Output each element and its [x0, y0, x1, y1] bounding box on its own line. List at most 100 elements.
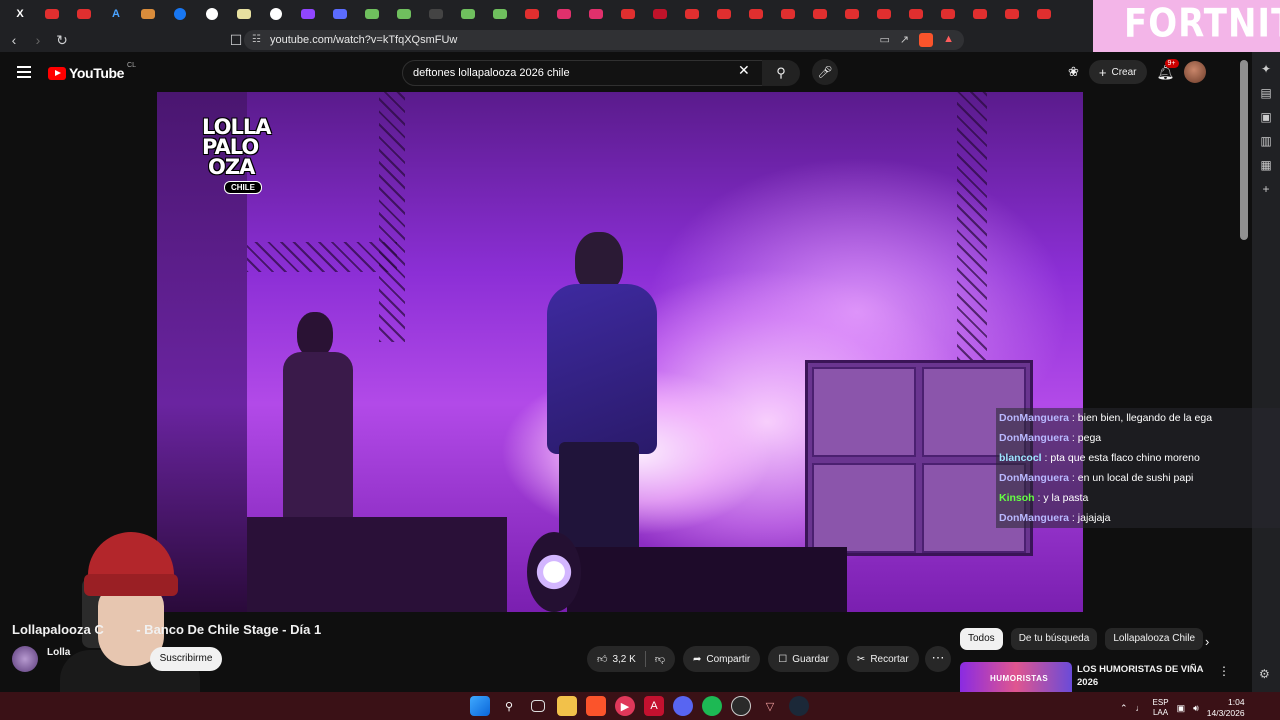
gear-icon[interactable]: ⚙	[1259, 667, 1270, 681]
notifications-button[interactable]: 🔔︎ 9+	[1157, 58, 1179, 81]
brave-shields-icon[interactable]	[919, 33, 934, 47]
tab-twitch[interactable]	[292, 0, 324, 28]
menu-icon[interactable]	[17, 66, 31, 78]
share-icon[interactable]: ↗	[900, 33, 909, 47]
tab-youtube[interactable]	[1028, 0, 1060, 28]
tab-app[interactable]	[452, 0, 484, 28]
search-button[interactable]: ⚲	[762, 60, 800, 86]
bookmark-icon[interactable]: ☐	[226, 30, 246, 50]
wallet-icon[interactable]: ▣	[1260, 110, 1271, 124]
spotify-icon[interactable]	[702, 696, 722, 716]
clip-button[interactable]: ✂ Recortar	[846, 646, 919, 672]
brave-rewards-icon[interactable]: ▲	[943, 33, 954, 47]
tab-youtube[interactable]	[36, 0, 68, 28]
add-panel-icon[interactable]: +	[1262, 182, 1269, 196]
like-count[interactable]: 3,2 K	[612, 654, 635, 665]
region-code: CL	[127, 62, 136, 69]
file-explorer-icon[interactable]	[557, 696, 577, 716]
tab-app[interactable]	[356, 0, 388, 28]
share-button[interactable]: ➦ Compartir	[682, 646, 761, 672]
channel-avatar[interactable]	[12, 646, 38, 672]
clear-search-icon[interactable]: ✕	[738, 62, 750, 79]
save-label: Guardar	[792, 653, 829, 665]
chevron-up-icon[interactable]: ⌃	[1120, 703, 1128, 714]
avatar[interactable]	[1184, 61, 1207, 83]
tab-app[interactable]	[324, 0, 356, 28]
tab-instagram[interactable]	[548, 0, 580, 28]
recommendation-thumbnail[interactable]: HUMORISTAS	[960, 662, 1072, 692]
more-actions-button[interactable]: ⋯	[925, 646, 951, 672]
tab-app[interactable]	[644, 0, 676, 28]
network-icon[interactable]: ▣	[1177, 703, 1186, 714]
task-view-icon[interactable]	[531, 700, 545, 712]
leo-icon[interactable]: ✦	[1261, 62, 1271, 76]
tab-youtube[interactable]	[516, 0, 548, 28]
tab-app[interactable]	[484, 0, 516, 28]
tab-youtube[interactable]	[68, 0, 100, 28]
brave-icon[interactable]	[586, 696, 606, 716]
forward-button[interactable]: ›	[28, 30, 48, 50]
tab-youtube[interactable]	[900, 0, 932, 28]
chip-lollapalooza[interactable]: Lollapalooza Chile	[1105, 628, 1204, 650]
chip-all[interactable]: Todos	[960, 628, 1003, 650]
tab-app[interactable]	[228, 0, 260, 28]
tab-facebook[interactable]	[164, 0, 196, 28]
tab-app[interactable]: A	[100, 0, 132, 28]
discord-icon[interactable]	[673, 696, 693, 716]
tab-youtube[interactable]	[772, 0, 804, 28]
tab-youtube[interactable]	[932, 0, 964, 28]
steam-icon[interactable]	[789, 696, 809, 716]
media-player-icon[interactable]: ▶	[615, 696, 635, 716]
reload-button[interactable]: ↻	[52, 30, 72, 50]
youtube-logo[interactable]: YouTube CL	[48, 62, 136, 81]
video-player[interactable]: LOLLA PALO OZA CHILE	[157, 92, 1083, 612]
app-icon[interactable]: A	[644, 696, 664, 716]
address-bar[interactable]: ☷ youtube.com/watch?v=kTfqXQsmFUw ▭ ↗ ▲	[244, 30, 964, 50]
search-icon[interactable]: ⚲	[499, 696, 519, 716]
like-icon[interactable]: 👍︎	[597, 653, 607, 665]
reading-list-icon[interactable]: ▤	[1260, 86, 1271, 100]
tab-youtube[interactable]	[612, 0, 644, 28]
obs-icon[interactable]	[731, 696, 751, 716]
page-scrollbar[interactable]	[1240, 60, 1248, 240]
extension-icon[interactable]: ❀	[1068, 64, 1079, 80]
tab-app[interactable]	[388, 0, 420, 28]
back-button[interactable]: ‹	[4, 30, 24, 50]
recommendation-menu-icon[interactable]: ⋮	[1218, 664, 1230, 678]
tab-youtube[interactable]	[996, 0, 1028, 28]
tab-youtube[interactable]	[964, 0, 996, 28]
history-icon[interactable]: ▦	[1260, 158, 1271, 172]
recommendation-title[interactable]: LOS HUMORISTAS DE VIÑA 2026	[1077, 663, 1217, 689]
volume-icon[interactable]: 🔊︎	[1193, 703, 1199, 714]
save-button[interactable]: ☐ Guardar	[768, 646, 839, 672]
chat-message: Kinsoh : y la pasta	[996, 488, 1280, 508]
channel-name[interactable]: Lolla	[47, 647, 70, 658]
tab-youtube[interactable]	[868, 0, 900, 28]
site-info-icon[interactable]: ☷	[252, 34, 261, 45]
tab-youtube[interactable]	[804, 0, 836, 28]
tab-youtube[interactable]	[708, 0, 740, 28]
tab-instagram[interactable]	[580, 0, 612, 28]
chevron-right-icon[interactable]: ›	[1205, 634, 1209, 649]
tab-x[interactable]: X	[4, 0, 36, 28]
tab-app[interactable]	[420, 0, 452, 28]
app-icon[interactable]: ▽	[760, 696, 780, 716]
tab-youtube[interactable]	[740, 0, 772, 28]
cast-icon[interactable]: ▭	[879, 33, 889, 47]
tab-youtube[interactable]	[676, 0, 708, 28]
create-button[interactable]: + Crear	[1088, 60, 1147, 84]
search-input[interactable]: deftones lollapalooza 2026 chile	[402, 60, 764, 86]
tab-google[interactable]	[260, 0, 292, 28]
tab-google[interactable]	[196, 0, 228, 28]
dislike-icon[interactable]: 👎︎	[655, 653, 665, 665]
windows-start-icon[interactable]	[470, 696, 490, 716]
chip-from-search[interactable]: De tu búsqueda	[1010, 628, 1098, 650]
subscribe-button[interactable]: Suscribirme	[150, 647, 222, 671]
tab-youtube[interactable]	[836, 0, 868, 28]
tab-app[interactable]	[132, 0, 164, 28]
clock[interactable]: 1:04 14/3/2026	[1207, 697, 1245, 719]
voice-search-button[interactable]: 🎤︎	[812, 59, 838, 85]
microphone-tray-icon[interactable]: ♩	[1136, 703, 1145, 713]
bookmarks-icon[interactable]: ▥	[1260, 134, 1271, 148]
language-indicator[interactable]: ESP LAA	[1153, 698, 1169, 718]
